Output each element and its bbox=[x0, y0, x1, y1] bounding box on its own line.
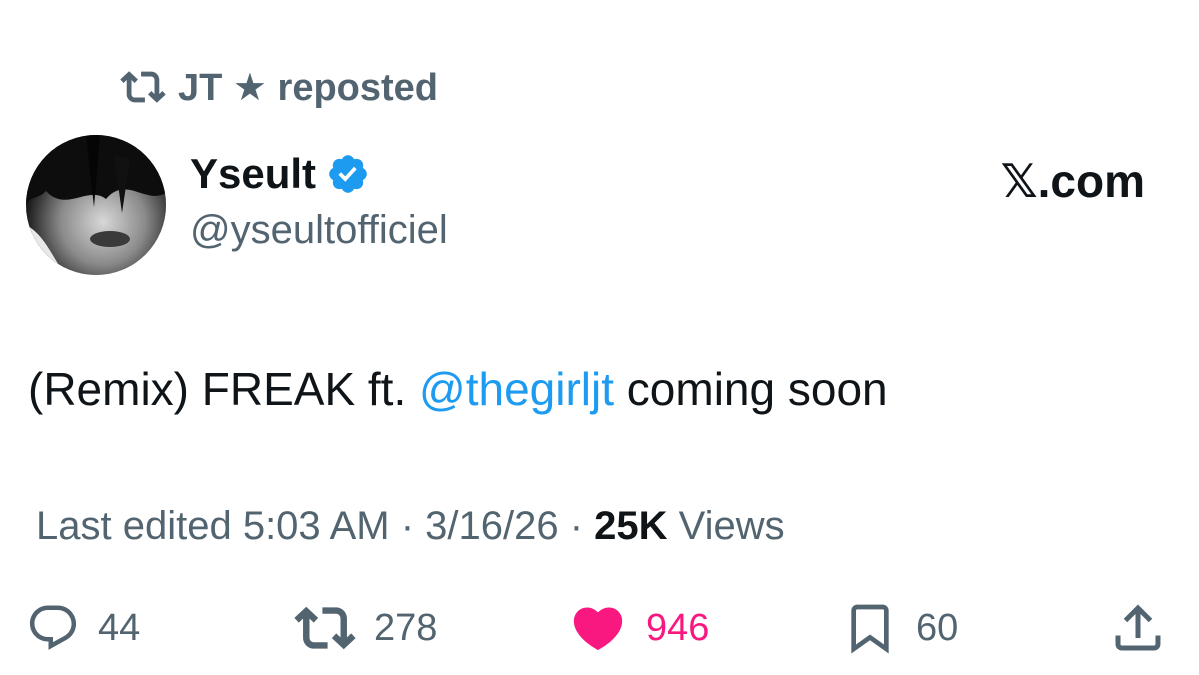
repost-icon bbox=[120, 64, 166, 110]
heart-icon bbox=[573, 607, 623, 651]
bookmark-button[interactable]: 60 bbox=[842, 596, 958, 660]
share-icon bbox=[1115, 604, 1161, 651]
like-count: 946 bbox=[646, 606, 710, 649]
display-name[interactable]: Yseult bbox=[190, 150, 316, 198]
mention-link[interactable]: @thegirljt bbox=[419, 363, 614, 415]
repost-label: JT ★ reposted bbox=[178, 66, 439, 109]
tweet-text-after: coming soon bbox=[614, 363, 888, 415]
repost-header[interactable]: JT ★ reposted bbox=[120, 64, 438, 110]
edited-timestamp[interactable]: Last edited 5:03 AM · 3/16/26 bbox=[36, 504, 559, 548]
x-com-watermark: 𝕏.com bbox=[1000, 155, 1145, 207]
tweet-text-before: (Remix) FREAK ft. bbox=[28, 363, 420, 415]
meta-separator: · bbox=[558, 504, 595, 548]
repost-button[interactable]: 278 bbox=[294, 596, 437, 660]
tweet-text: (Remix) FREAK ft. @thegirljt coming soon bbox=[28, 362, 888, 416]
reply-button[interactable]: 44 bbox=[26, 596, 140, 660]
views-label: Views bbox=[667, 504, 785, 548]
repost-count: 278 bbox=[374, 606, 438, 649]
like-button[interactable]: 946 bbox=[568, 596, 709, 660]
action-bar: 44 278 946 60 bbox=[0, 596, 1199, 660]
share-button[interactable] bbox=[1108, 596, 1168, 660]
retweet-icon bbox=[294, 606, 356, 650]
reply-count: 44 bbox=[98, 606, 141, 649]
author-block[interactable]: Yseult @yseultofficiel bbox=[190, 150, 448, 253]
reply-icon bbox=[29, 605, 77, 650]
avatar-image bbox=[26, 135, 166, 275]
user-handle[interactable]: @yseultofficiel bbox=[190, 208, 448, 253]
avatar[interactable] bbox=[26, 135, 166, 275]
bookmark-icon bbox=[851, 604, 889, 654]
views-count: 25K bbox=[594, 504, 668, 548]
bookmark-count: 60 bbox=[916, 606, 959, 649]
tweet-meta: Last edited 5:03 AM · 3/16/26 · 25K View… bbox=[36, 504, 785, 549]
verified-badge-icon[interactable] bbox=[326, 152, 370, 196]
